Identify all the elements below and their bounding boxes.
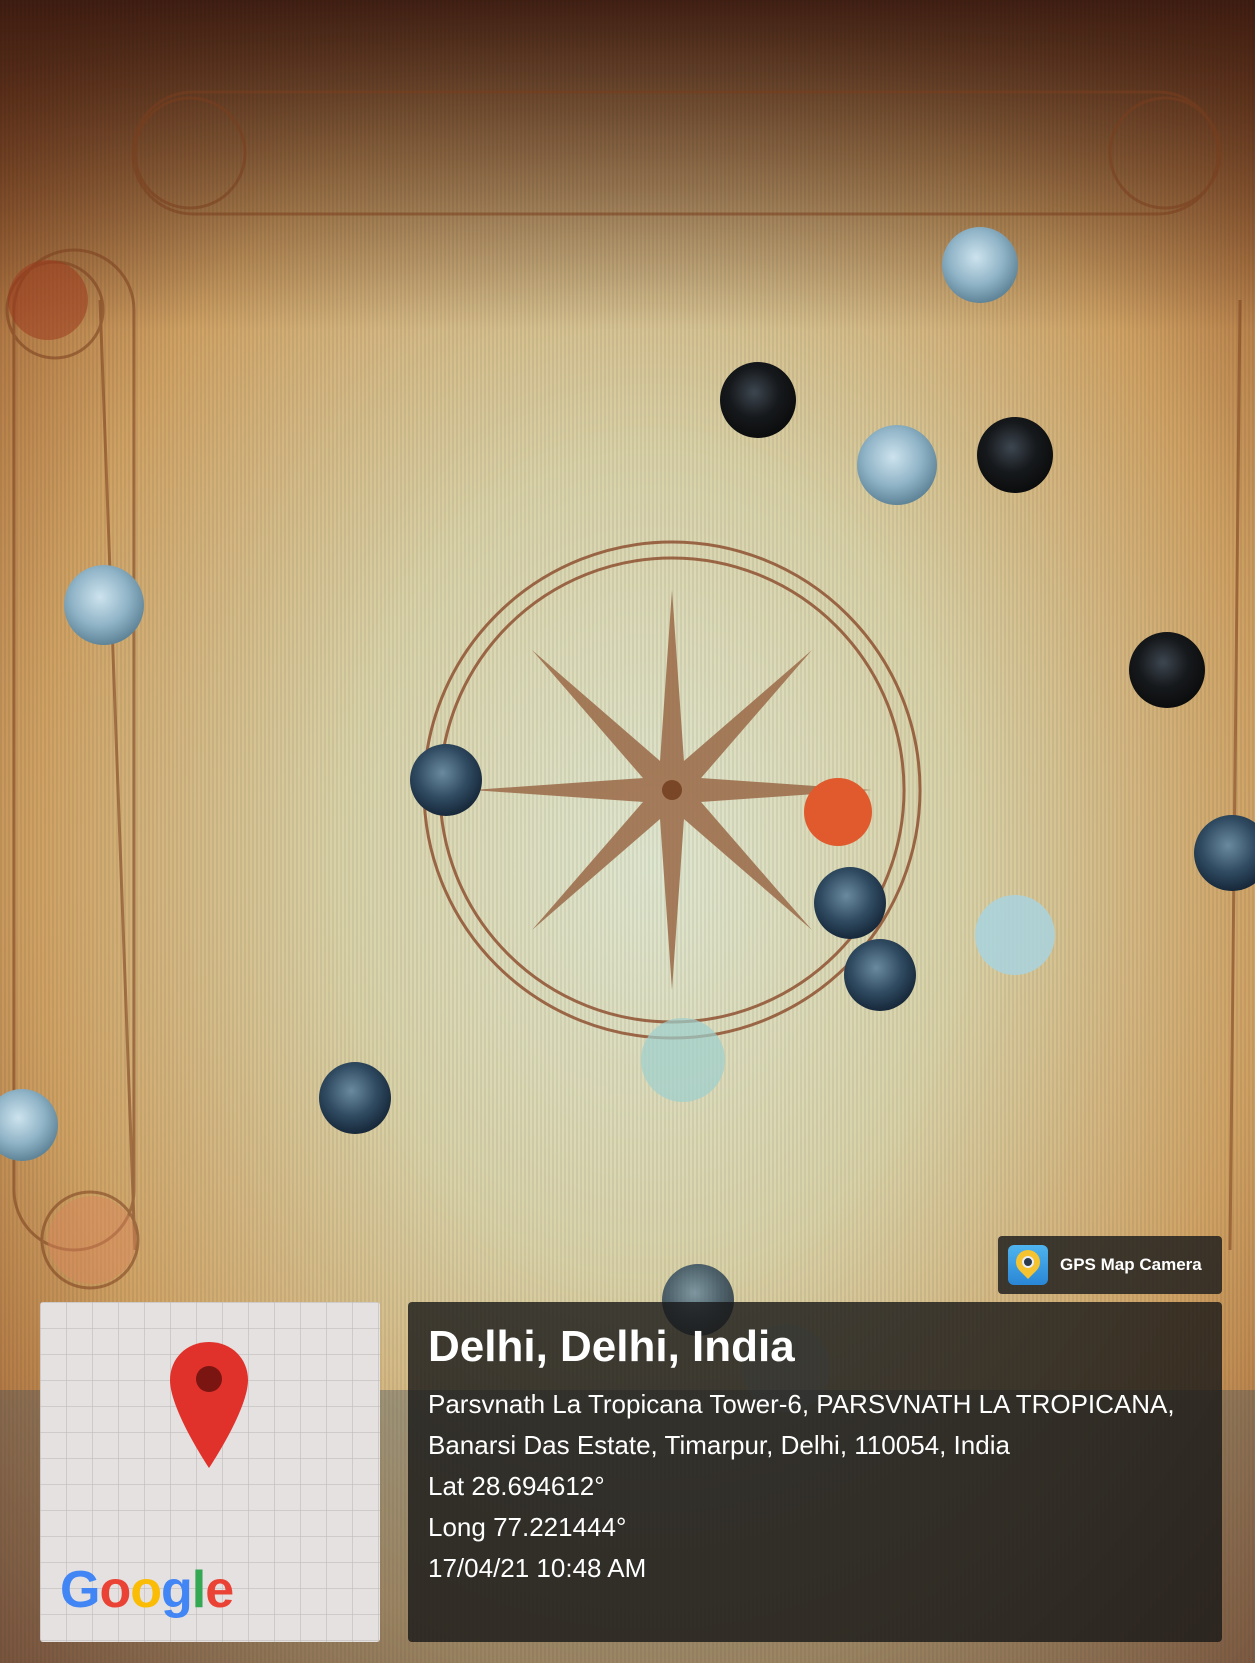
timestamp-text: 17/04/21 10:48 AM: [428, 1553, 647, 1583]
badge-label: GPS Map Camera: [1060, 1255, 1202, 1274]
location-info-panel: Delhi, Delhi, India Parsvnath La Tropica…: [408, 1302, 1222, 1642]
google-logo: Google: [60, 1560, 234, 1620]
place-title: Delhi, Delhi, India: [428, 1322, 795, 1371]
map-thumbnail: Google: [40, 1302, 380, 1642]
longitude-text: Long 77.221444°: [428, 1512, 627, 1542]
latitude-text: Lat 28.694612°: [428, 1471, 605, 1501]
gps-map-camera-badge: GPS Map Camera: [998, 1236, 1222, 1294]
google-logo-letter: e: [205, 1561, 234, 1619]
gps-map-camera-app-icon: [1008, 1245, 1048, 1285]
google-logo-letter: o: [99, 1561, 131, 1619]
google-logo-letter: l: [191, 1561, 206, 1619]
google-logo-letter: G: [60, 1561, 100, 1619]
map-pin-icon: [170, 1342, 248, 1468]
google-logo-letter: o: [130, 1561, 162, 1619]
google-logo-letter: g: [160, 1561, 193, 1619]
address-text: Parsvnath La Tropicana Tower-6, PARSVNAT…: [428, 1389, 1175, 1460]
